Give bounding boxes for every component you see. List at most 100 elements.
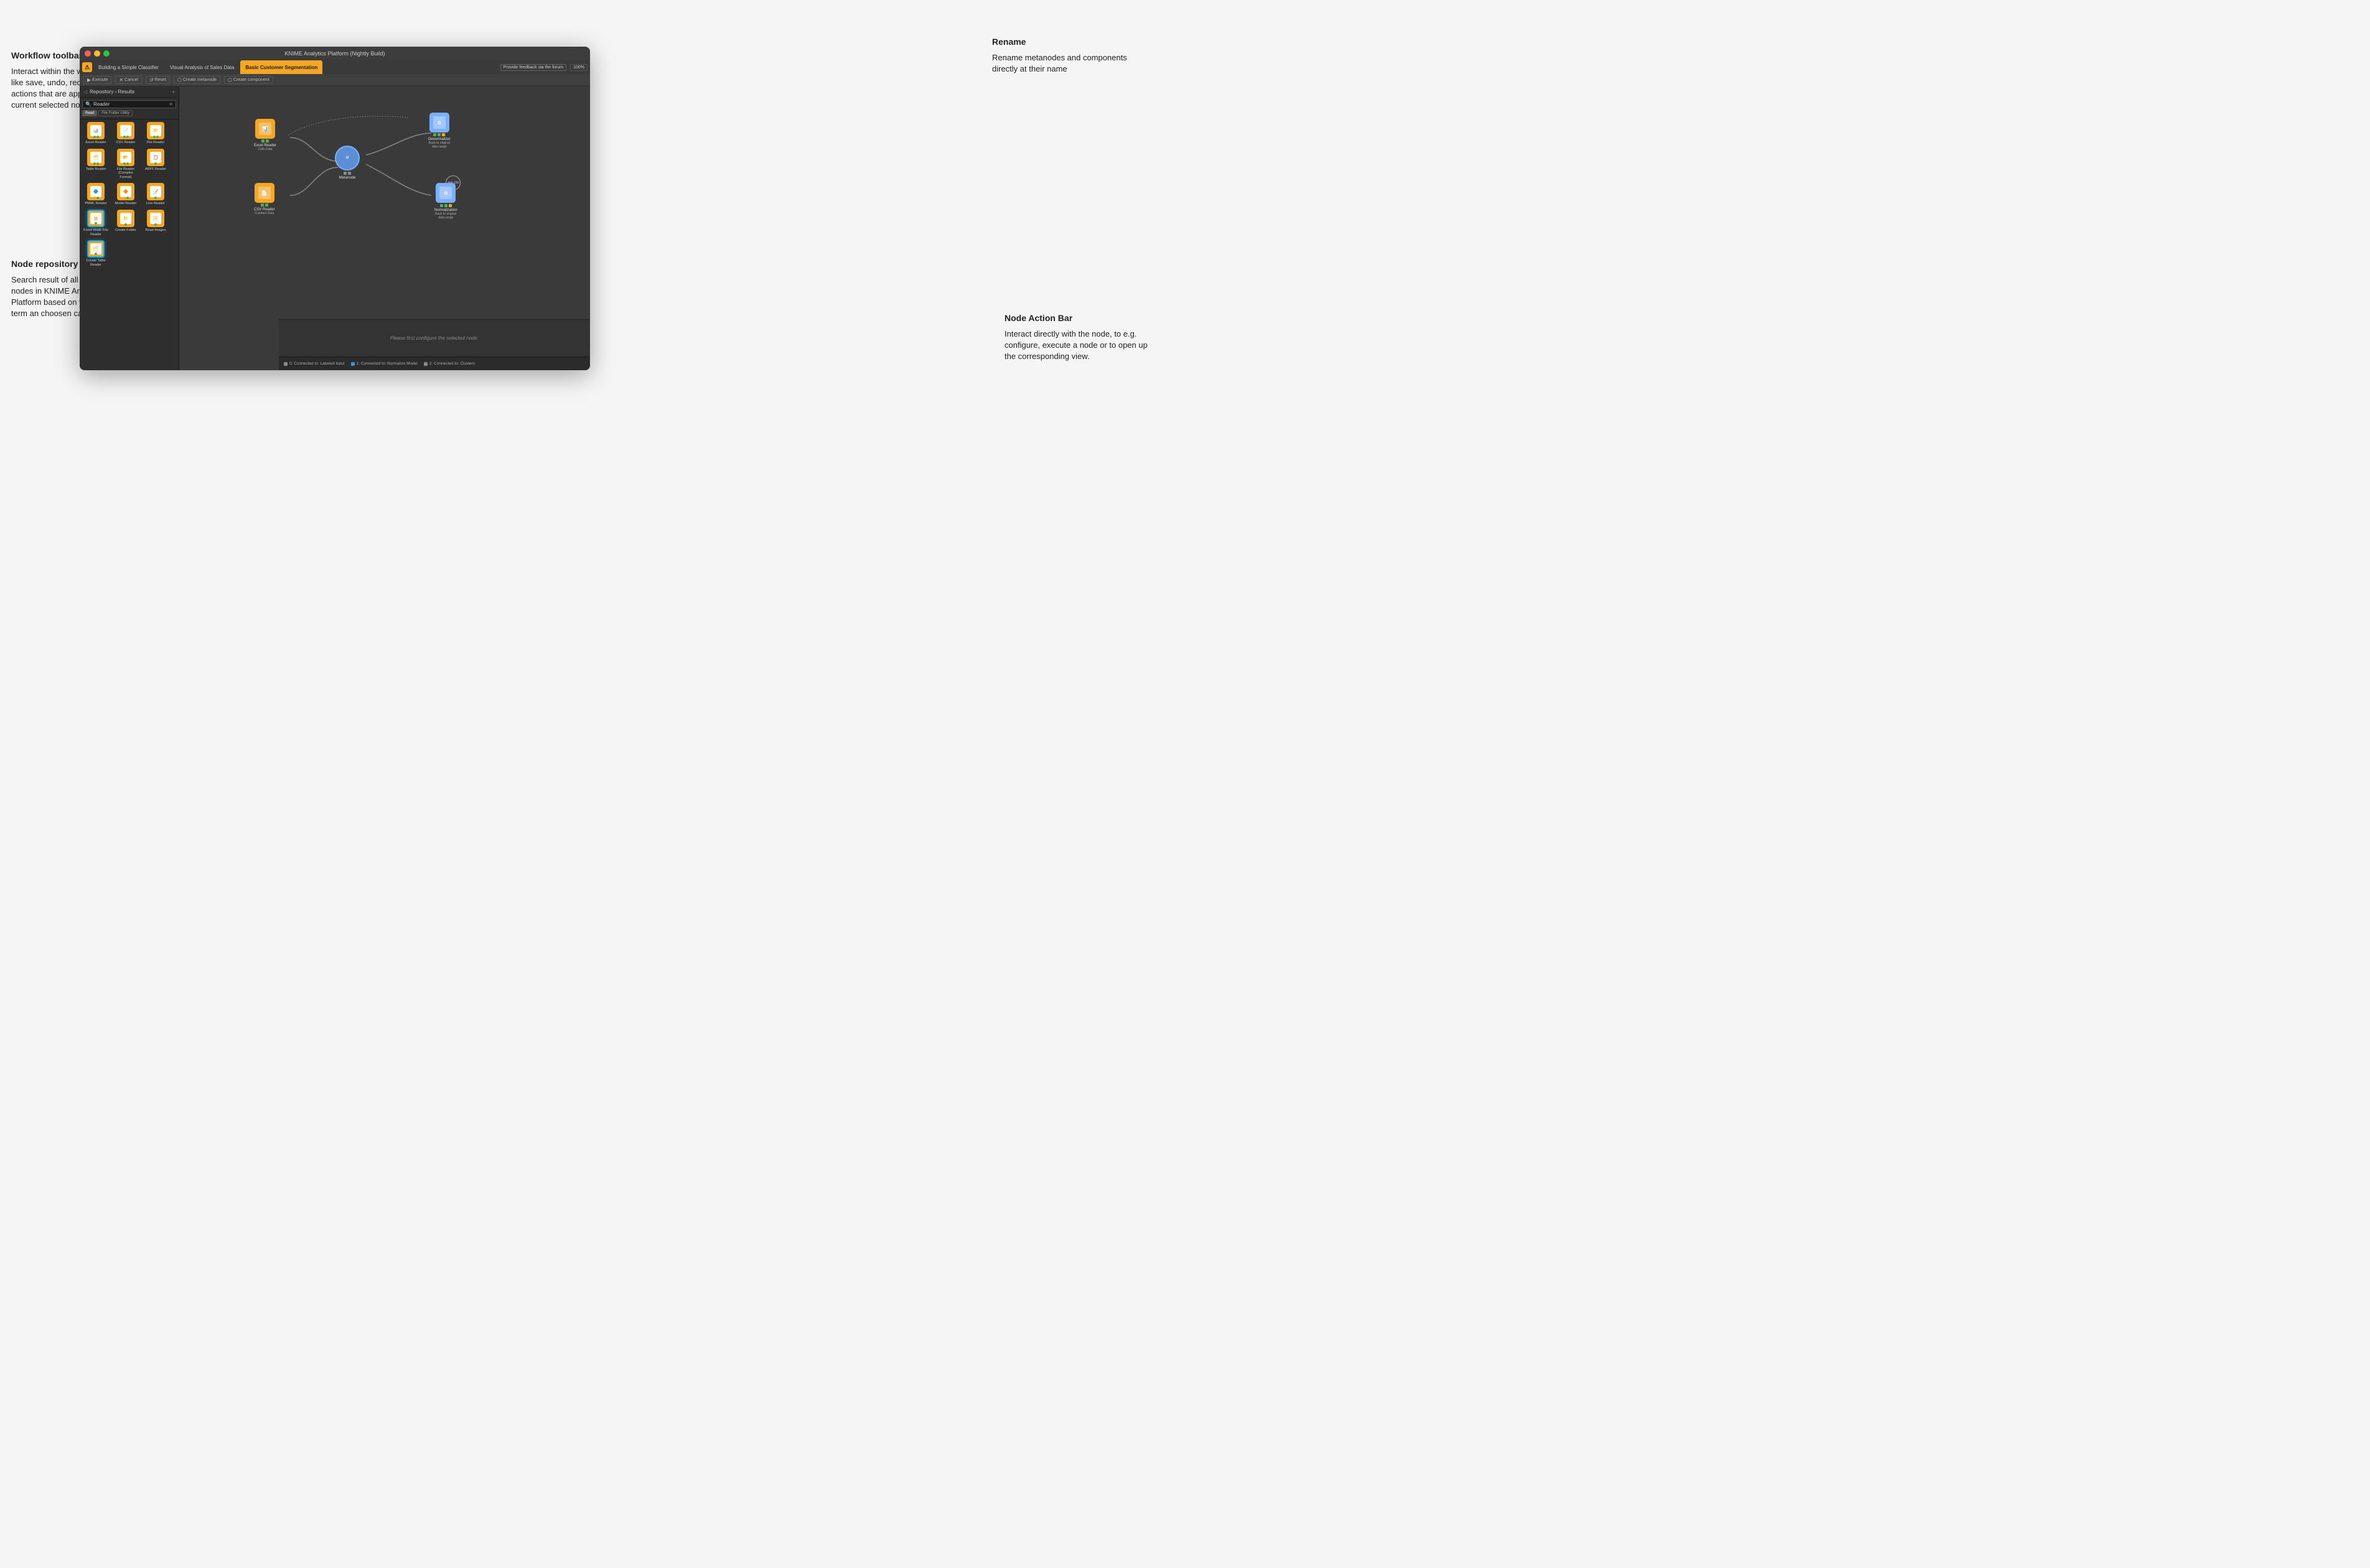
create-folder-icon: 📁 xyxy=(120,213,131,224)
wf-denormalizer-icon: ⚙ xyxy=(429,113,449,133)
file-reader-label: File Reader xyxy=(147,141,164,145)
arff-reader-icon: 📋 xyxy=(150,152,161,163)
bottom-connection-bar: 0: Connected to: Labeled input 1: Connec… xyxy=(279,357,590,370)
table-reader-label: Table Reader xyxy=(86,167,106,172)
search-box[interactable]: 🔍 Reader ✕ xyxy=(82,100,176,108)
tab-bar: ⚠ Building a Simple Classifier Visual An… xyxy=(80,60,590,74)
reset-button[interactable]: ↺ Reset xyxy=(146,76,170,84)
excel-reader-icon: 📊 xyxy=(90,125,101,136)
pmml-reader-icon: 🔷 xyxy=(90,186,101,197)
reset-icon: ↺ xyxy=(149,77,154,83)
read-images-label: Read Images xyxy=(146,228,166,233)
file-reader-icon: 📁 xyxy=(150,125,161,136)
metanode-icon: ⬡ xyxy=(177,77,182,83)
workflow-canvas[interactable]: 📊 Excel ReaderCells Data 📄 CSV ReaderCon… xyxy=(179,86,590,370)
cancel-button[interactable]: ✕ Cancel xyxy=(115,76,142,84)
wf-node-normalizer2[interactable]: test 156 ⚙ NormalizationBack to original… xyxy=(434,183,457,220)
search-input[interactable]: Reader xyxy=(93,101,167,107)
app-window: KNIME Analytics Platform (Nightly Build)… xyxy=(80,47,590,370)
node-item-model-reader[interactable]: 🔶 Model Reader xyxy=(112,183,139,206)
fixed-width-label: Fixed Width File Reader xyxy=(82,228,110,236)
rename-annotation: Rename Rename metanodes and components d… xyxy=(992,36,1135,75)
add-icon[interactable]: + xyxy=(172,89,175,95)
filter-tab-read[interactable]: Read xyxy=(82,110,97,116)
wf-denormalizer-label: DenormalizerBack to originaldata range xyxy=(428,138,451,149)
node-grid: 📊 Excel Reader 📄 CSV Reader xyxy=(80,119,179,370)
node-item-excel-reader[interactable]: 📊 Excel Reader xyxy=(82,122,110,145)
search-clear-button[interactable]: ✕ xyxy=(169,101,173,107)
sidebar-icon-l: ◁ xyxy=(83,89,87,95)
connection-1: 1: Connected to: Normalize Model xyxy=(351,362,418,366)
excel-reader-label: Excel Reader xyxy=(85,141,106,145)
component-icon: ⬡ xyxy=(228,77,232,83)
breadcrumb: ◁ Repository › Results + xyxy=(80,86,179,98)
cancel-icon: ✕ xyxy=(119,77,123,83)
node-item-fixed-width[interactable]: ▦ Fixed Width File Reader xyxy=(82,210,110,236)
node-row-2: 🗃 Table Reader 📂 File Reader (Complex Fo… xyxy=(82,149,176,180)
filter-tab-file-folder[interactable]: File Folder Utility xyxy=(98,110,133,116)
feedback-button[interactable]: Provide feedback via the forum xyxy=(500,64,567,71)
line-reader-label: Line Reader xyxy=(146,202,165,206)
app-title: KNIME Analytics Platform (Nightly Build) xyxy=(284,50,385,57)
tab-building-classifier[interactable]: Building a Simple Classifier xyxy=(93,60,164,74)
node-item-file-reader-complex[interactable]: 📂 File Reader (Complex Format) xyxy=(112,149,139,180)
node-item-line-reader[interactable]: 📝 Line Reader xyxy=(142,183,169,206)
minimize-button[interactable] xyxy=(94,50,100,57)
csv-reader-label: CSV Reader xyxy=(116,141,136,145)
node-item-create-table-reader[interactable]: 🗂 Create Table Reader xyxy=(82,240,110,267)
node-item-file-reader[interactable]: 📁 File Reader xyxy=(142,122,169,145)
node-item-read-images[interactable]: 🖼 Read Images xyxy=(142,210,169,236)
title-bar: KNIME Analytics Platform (Nightly Build) xyxy=(80,47,590,60)
read-images-icon: 🖼 xyxy=(150,213,161,224)
maximize-button[interactable] xyxy=(103,50,110,57)
filter-tabs: Read File Folder Utility xyxy=(82,110,176,116)
search-icon: 🔍 xyxy=(85,101,91,107)
wf-normalizer2-icon: ⚙ xyxy=(436,183,456,203)
zoom-control[interactable]: 100% xyxy=(570,64,588,71)
node-row-4: ▦ Fixed Width File Reader 📁 Create Folde… xyxy=(82,210,176,236)
tab-basic-segmentation[interactable]: Basic Customer Segmentation xyxy=(240,60,322,74)
create-table-reader-label: Create Table Reader xyxy=(82,259,110,267)
execute-button[interactable]: ▶ Execute xyxy=(83,76,111,84)
search-area: 🔍 Reader ✕ Read File Folder Utility xyxy=(80,98,179,119)
create-folder-label: Create Folder xyxy=(115,228,136,233)
node-row-3: 🔷 PMML Reader 🔶 Model Reader xyxy=(82,183,176,206)
configure-panel: Please first configure the selected node… xyxy=(279,319,590,357)
wf-excel-reader-label: Excel ReaderCells Data xyxy=(254,144,276,151)
execute-icon: ▶ xyxy=(87,77,91,83)
file-reader-complex-icon: 📂 xyxy=(120,152,131,163)
node-row-1: 📊 Excel Reader 📄 CSV Reader xyxy=(82,122,176,145)
conn-dot-1 xyxy=(351,362,355,366)
pmml-reader-label: PMML Reader xyxy=(85,202,106,206)
main-area: ◁ Repository › Results + 🔍 Reader ✕ Read… xyxy=(80,86,590,370)
node-row-5: 🗂 Create Table Reader xyxy=(82,240,176,267)
close-button[interactable] xyxy=(85,50,91,57)
csv-reader-icon: 📄 xyxy=(120,125,131,136)
file-reader-complex-label: File Reader (Complex Format) xyxy=(112,167,139,180)
connection-2: 2: Connected to: Clusters xyxy=(424,362,475,366)
tab-visual-analysis[interactable]: Visual Analysis of Sales Data xyxy=(165,60,239,74)
conn-dot-0 xyxy=(284,362,288,366)
wf-node-excel-reader[interactable]: 📊 Excel ReaderCells Data xyxy=(254,119,276,151)
wf-excel-reader-icon: 📊 xyxy=(255,119,275,139)
wf-metanode-label: Metanode xyxy=(339,176,356,180)
table-reader-icon: 🗃 xyxy=(90,152,101,163)
wf-node-denormalizer[interactable]: ⚙ DenormalizerBack to originaldata range xyxy=(428,113,451,149)
wf-metanode-icon: M xyxy=(335,146,360,170)
wf-csv-reader-label: CSV ReaderContract Data xyxy=(254,208,275,215)
create-component-button[interactable]: ⬡ Create component xyxy=(224,76,273,84)
node-repository-sidebar: ◁ Repository › Results + 🔍 Reader ✕ Read… xyxy=(80,86,179,370)
node-action-bar-annotation: Node Action Bar Interact directly with t… xyxy=(1005,312,1148,362)
wf-node-metanode[interactable]: M Metanode xyxy=(335,146,360,180)
node-item-pmml-reader[interactable]: 🔷 PMML Reader xyxy=(82,183,110,206)
connection-0: 0: Connected to: Labeled input xyxy=(284,362,345,366)
node-item-csv-reader[interactable]: 📄 CSV Reader xyxy=(112,122,139,145)
node-item-arff-reader[interactable]: 📋 ARFF Reader xyxy=(142,149,169,180)
wf-node-csv-reader[interactable]: 📄 CSV ReaderContract Data xyxy=(254,183,275,215)
node-item-create-folder[interactable]: 📁 Create Folder xyxy=(112,210,139,236)
create-metanode-button[interactable]: ⬡ Create metanode xyxy=(174,76,220,84)
warning-icon: ⚠ xyxy=(82,62,92,72)
conn-dot-2 xyxy=(424,362,428,366)
node-item-table-reader[interactable]: 🗃 Table Reader xyxy=(82,149,110,180)
breadcrumb-text: Repository › Results xyxy=(90,89,134,95)
